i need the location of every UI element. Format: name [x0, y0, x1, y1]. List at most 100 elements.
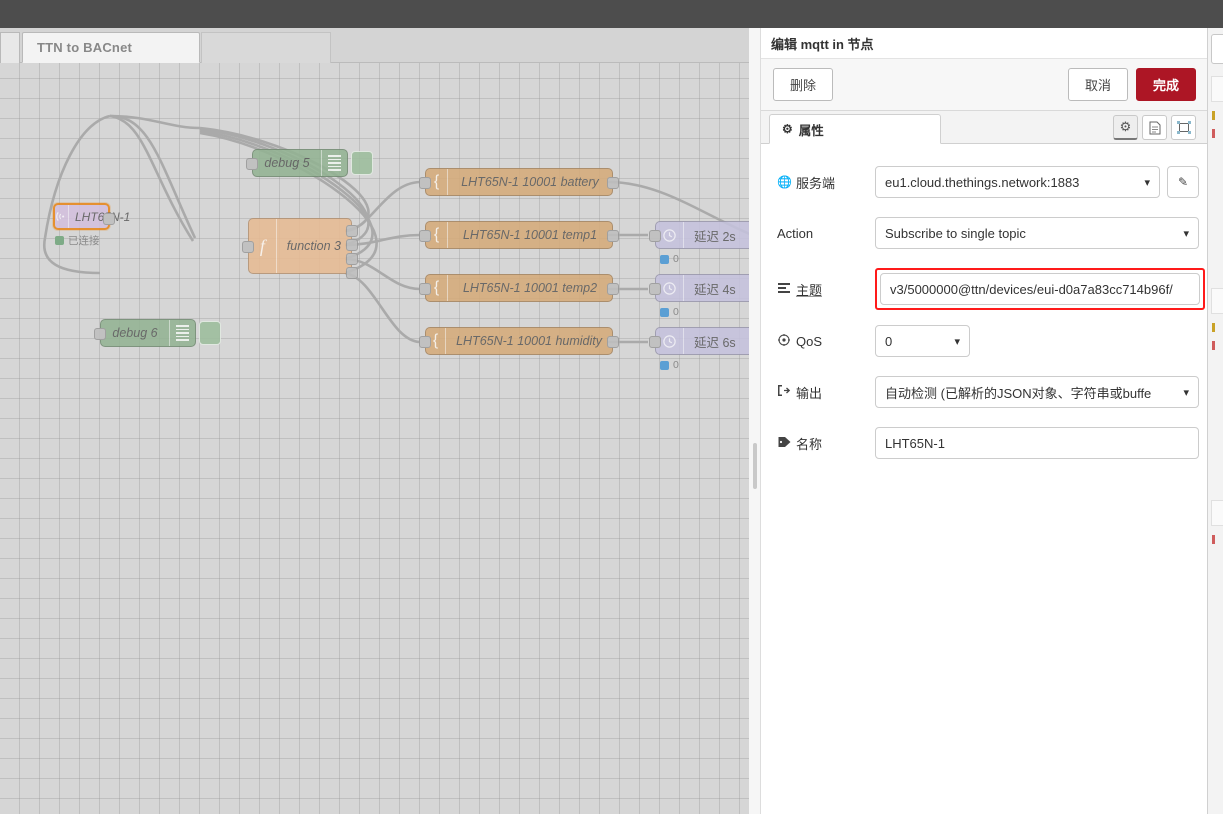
flow-node-mqtt-in[interactable]: LHT65N-1	[53, 203, 110, 230]
node-port-out[interactable]	[607, 283, 619, 295]
sidebar-marker	[1212, 111, 1215, 120]
sidebar-marker	[1212, 535, 1215, 544]
sidebar-item[interactable]	[1211, 288, 1223, 314]
debug-toggle-button[interactable]	[351, 151, 373, 175]
edit-server-button[interactable]: ✎	[1167, 166, 1199, 198]
qos-select[interactable]: 0 ▾	[875, 325, 970, 357]
gear-icon[interactable]: ⚙	[1113, 115, 1138, 140]
output-select-value: 自动检测 (已解析的JSON对象、字符串或buffe	[885, 383, 1151, 402]
node-port-in[interactable]	[419, 177, 431, 189]
topic-input-value: v3/5000000@ttn/devices/eui-d0a7a83cc714b…	[890, 282, 1173, 297]
dialog-title: 编辑 mqtt in 节点	[761, 28, 1208, 58]
flow-node-change-battery-label: LHT65N-1 10001 battery	[448, 175, 612, 189]
sidebar-item[interactable]	[1211, 76, 1223, 102]
field-label-name: 名称	[777, 434, 875, 453]
flow-tab-ttn-to-bacnet[interactable]: TTN to BACnet	[22, 32, 200, 63]
topic-input[interactable]: v3/5000000@ttn/devices/eui-d0a7a83cc714b…	[880, 273, 1200, 305]
debug-toggle-button[interactable]	[199, 321, 221, 345]
node-edit-dialog: 编辑 mqtt in 节点 删除 取消 完成 ⚙ 属性 ⚙ 🌐 服务端 eu1.…	[760, 28, 1207, 814]
chevron-down-icon: ▾	[1183, 227, 1189, 240]
description-icon[interactable]	[1142, 115, 1167, 140]
sidebar-marker	[1212, 323, 1215, 332]
name-input-value: LHT65N-1	[885, 436, 945, 451]
sidebar-marker	[1212, 341, 1215, 350]
flow-node-delay-6s-status: 0	[660, 359, 679, 371]
dialog-resize-grip[interactable]	[753, 443, 757, 489]
node-port-out-3[interactable]	[346, 253, 358, 265]
right-sidebar-partial[interactable]	[1207, 28, 1223, 814]
node-port-out[interactable]	[103, 213, 115, 225]
field-label-qos: QoS	[777, 334, 875, 349]
sidebar-item[interactable]	[1211, 500, 1223, 526]
node-properties-form: 🌐 服务端 eu1.cloud.thethings.network:1883 ▾…	[761, 144, 1208, 478]
tab-properties[interactable]: ⚙ 属性	[769, 114, 941, 144]
dialog-resize-handle[interactable]	[749, 28, 761, 814]
flow-node-change-humidity[interactable]: { LHT65N-1 10001 humidity	[425, 327, 613, 355]
node-port-in[interactable]	[246, 158, 258, 170]
flow-node-delay-6s-label: 延迟 6s	[684, 332, 752, 351]
tab-scroll-stub[interactable]	[0, 32, 20, 63]
target-icon	[777, 334, 791, 349]
node-port-in[interactable]	[649, 230, 661, 242]
node-port-out[interactable]	[607, 177, 619, 189]
node-port-in[interactable]	[419, 336, 431, 348]
tag-icon	[777, 436, 791, 451]
node-port-out-4[interactable]	[346, 267, 358, 279]
node-port-out-1[interactable]	[346, 225, 358, 237]
node-port-in[interactable]	[242, 241, 254, 253]
flow-tab-next[interactable]	[201, 32, 331, 63]
flow-node-delay-2s[interactable]: 延迟 2s	[655, 221, 752, 249]
flow-node-change-temp2[interactable]: { LHT65N-1 10001 temp2	[425, 274, 613, 302]
node-port-out-2[interactable]	[346, 239, 358, 251]
signal-icon	[55, 205, 69, 228]
field-label-qos-text: QoS	[796, 334, 822, 349]
workspace: TTN to BACnet 已连接 debug 5 debug 6 f func…	[0, 28, 760, 814]
sidebar-search-box[interactable]	[1211, 34, 1223, 64]
node-port-in[interactable]	[419, 230, 431, 242]
appearance-icon[interactable]	[1171, 115, 1196, 140]
sidebar-marker	[1212, 129, 1215, 138]
flow-node-change-temp1[interactable]: { LHT65N-1 10001 temp1	[425, 221, 613, 249]
flow-node-change-humidity-label: LHT65N-1 10001 humidity	[446, 334, 612, 348]
field-label-server: 🌐 服务端	[777, 173, 875, 192]
flow-node-debug-6[interactable]: debug 6	[100, 319, 196, 347]
action-select[interactable]: Subscribe to single topic ▾	[875, 217, 1199, 249]
app-header-bar	[0, 0, 1223, 28]
output-select[interactable]: 自动检测 (已解析的JSON对象、字符串或buffe ▾	[875, 376, 1199, 408]
right-sidebar-content	[1211, 34, 1223, 544]
node-port-in[interactable]	[649, 336, 661, 348]
field-label-topic: 主题	[777, 280, 875, 299]
flow-node-change-battery[interactable]: { LHT65N-1 10001 battery	[425, 168, 613, 196]
node-port-out[interactable]	[607, 336, 619, 348]
node-port-in[interactable]	[94, 328, 106, 340]
dialog-toolbar: 删除 取消 完成	[761, 58, 1208, 111]
status-dot-connected	[55, 236, 64, 245]
flow-node-function-3[interactable]: f function 3	[248, 218, 352, 274]
flow-node-debug-5[interactable]: debug 5	[252, 149, 348, 177]
chevron-down-icon: ▾	[1183, 386, 1189, 399]
topic-highlight-box: v3/5000000@ttn/devices/eui-d0a7a83cc714b…	[875, 268, 1205, 310]
server-select[interactable]: eu1.cloud.thethings.network:1883 ▾	[875, 166, 1160, 198]
node-port-in[interactable]	[419, 283, 431, 295]
flow-node-function-3-label: function 3	[277, 239, 351, 253]
flow-node-delay-4s[interactable]: 延迟 4s	[655, 274, 752, 302]
flow-node-delay-6s[interactable]: 延迟 6s	[655, 327, 752, 355]
name-input[interactable]: LHT65N-1	[875, 427, 1199, 459]
flow-node-delay-2s-label: 延迟 2s	[684, 226, 752, 245]
done-button[interactable]: 完成	[1136, 68, 1196, 101]
cancel-button[interactable]: 取消	[1068, 68, 1128, 101]
field-label-name-text: 名称	[796, 434, 822, 453]
export-icon	[777, 385, 791, 399]
flow-tab-label: TTN to BACnet	[37, 40, 132, 55]
gear-icon: ⚙	[782, 122, 793, 136]
bars-icon	[321, 150, 347, 176]
flow-tab-bar: TTN to BACnet	[0, 28, 760, 63]
delete-button[interactable]: 删除	[773, 68, 833, 101]
flow-node-change-temp2-label: LHT65N-1 10001 temp2	[448, 281, 612, 295]
server-select-value: eu1.cloud.thethings.network:1883	[885, 175, 1079, 190]
flow-canvas[interactable]: LHT65N-1 已连接 debug 5 debug 6	[0, 63, 752, 814]
field-row-name: 名称 LHT65N-1	[777, 427, 1192, 459]
node-port-in[interactable]	[649, 283, 661, 295]
field-row-action: Action Subscribe to single topic ▾	[777, 217, 1192, 249]
node-port-out[interactable]	[607, 230, 619, 242]
